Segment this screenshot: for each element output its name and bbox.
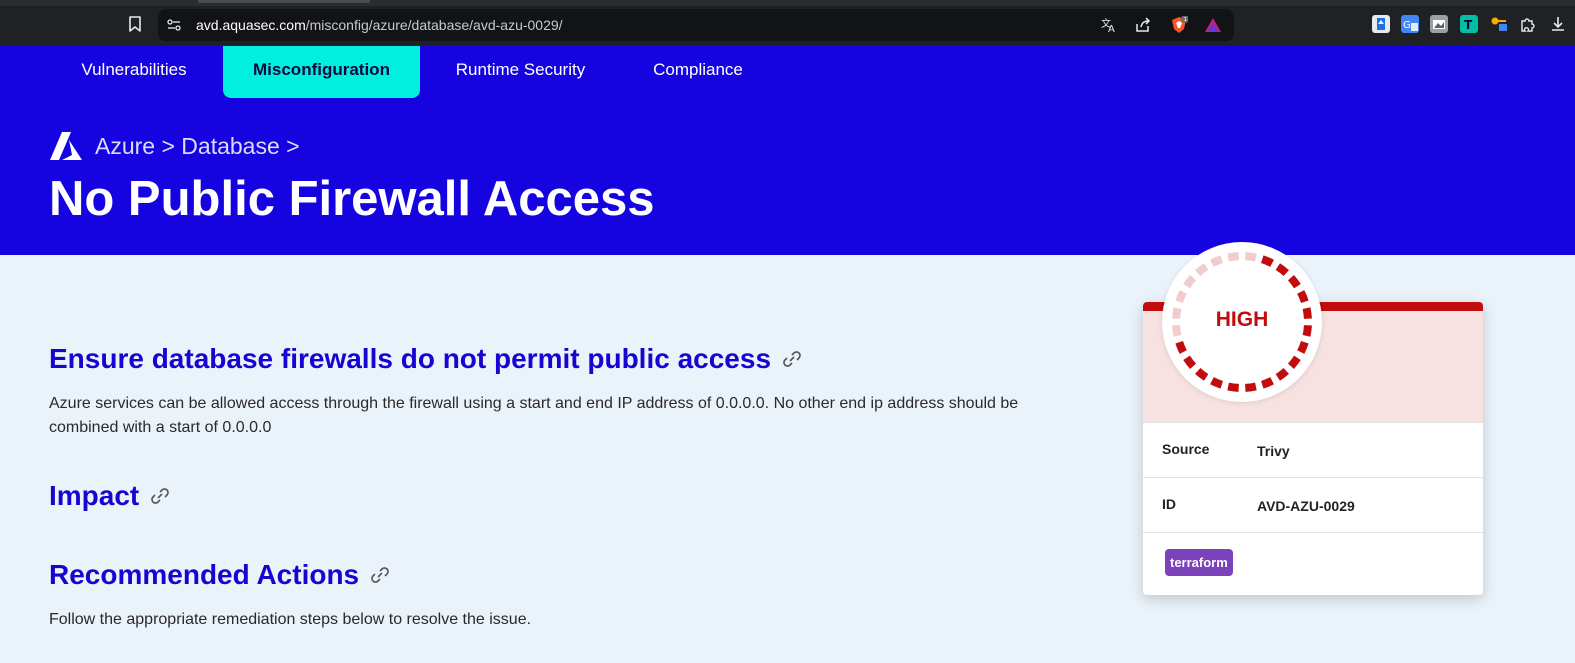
heading-recommended-text: Recommended Actions bbox=[49, 559, 360, 590]
source-row: Source Trivy bbox=[1143, 422, 1483, 477]
description-paragraph: Azure services can be allowed access thr… bbox=[49, 395, 1019, 436]
hero-banner: Vulnerabilities Misconfiguration Runtime… bbox=[0, 46, 1575, 255]
severity-ring-segment bbox=[1175, 340, 1187, 354]
severity-ring-segment bbox=[1210, 255, 1224, 267]
svg-text:A: A bbox=[1108, 24, 1115, 34]
severity-ring-segment bbox=[1245, 382, 1257, 392]
severity-label: HIGH bbox=[1215, 308, 1269, 331]
heading-recommended-actions: Recommended Actions bbox=[49, 559, 391, 591]
severity-ring-segment bbox=[1275, 367, 1289, 381]
severity-ring-segment bbox=[1275, 263, 1289, 277]
translate-icon[interactable]: 文 A bbox=[1100, 16, 1118, 34]
azure-logo-icon bbox=[50, 132, 82, 160]
text-ext-icon[interactable]: T bbox=[1460, 15, 1478, 33]
browser-toolbar: avd.aquasec.com/misconfig/azure/database… bbox=[0, 0, 1575, 46]
terraform-tag[interactable]: terraform bbox=[1165, 549, 1233, 576]
severity-badge: HIGH bbox=[1162, 242, 1322, 402]
anchor-link-icon[interactable] bbox=[149, 485, 171, 507]
site-info-icon[interactable] bbox=[166, 17, 182, 33]
page-title: No Public Firewall Access bbox=[49, 172, 655, 226]
anchor-link-icon[interactable] bbox=[369, 564, 391, 586]
heading-impact-text: Impact bbox=[49, 480, 140, 511]
severity-ring-segment bbox=[1183, 355, 1197, 369]
severity-ring-segment bbox=[1297, 340, 1309, 354]
id-row: ID AVD-AZU-0029 bbox=[1143, 477, 1483, 532]
severity-ring-segment bbox=[1183, 275, 1197, 289]
url-path: /misconfig/azure/database/avd-azu-0029/ bbox=[305, 17, 563, 33]
key-ext-icon[interactable] bbox=[1490, 15, 1508, 33]
extension-1-icon[interactable] bbox=[1372, 15, 1390, 33]
download-icon[interactable] bbox=[1549, 15, 1567, 33]
address-bar[interactable]: avd.aquasec.com/misconfig/azure/database… bbox=[158, 9, 1234, 41]
source-label: Source bbox=[1162, 441, 1210, 457]
severity-ring-segment bbox=[1195, 367, 1209, 381]
source-value: Trivy bbox=[1257, 443, 1290, 459]
breadcrumb-text[interactable]: Azure > Database > bbox=[95, 133, 300, 160]
nav-runtime-security[interactable]: Runtime Security bbox=[440, 46, 601, 98]
recommended-paragraph: Follow the appropriate remediation steps… bbox=[49, 611, 532, 628]
severity-ring-segment bbox=[1297, 290, 1309, 304]
severity-ring-segment bbox=[1245, 252, 1257, 262]
id-value: AVD-AZU-0029 bbox=[1257, 498, 1355, 514]
svg-text:T: T bbox=[1464, 18, 1473, 32]
share-icon[interactable] bbox=[1134, 16, 1152, 34]
severity-ring-segment bbox=[1287, 355, 1301, 369]
id-label: ID bbox=[1162, 496, 1176, 512]
severity-ring-segment bbox=[1210, 377, 1224, 389]
puzzle-icon[interactable] bbox=[1519, 15, 1537, 33]
nav-misconfiguration[interactable]: Misconfiguration bbox=[223, 46, 420, 98]
shields-count: 1 bbox=[1184, 17, 1188, 23]
brave-rewards-icon[interactable] bbox=[1204, 16, 1222, 34]
severity-ring-segment bbox=[1260, 255, 1274, 267]
url-host: avd.aquasec.com bbox=[196, 17, 306, 33]
brave-shields-icon[interactable]: 1 bbox=[1170, 16, 1188, 34]
severity-ring-segment bbox=[1175, 290, 1187, 304]
severity-ring-segment bbox=[1227, 382, 1239, 392]
severity-ring-segment bbox=[1195, 263, 1209, 277]
bookmark-icon[interactable] bbox=[126, 15, 144, 33]
nav-compliance[interactable]: Compliance bbox=[636, 46, 760, 98]
heading-impact: Impact bbox=[49, 480, 171, 512]
heading-description: Ensure database firewalls do not permit … bbox=[49, 343, 803, 375]
screenshot-ext-icon[interactable] bbox=[1430, 15, 1448, 33]
svg-text:G: G bbox=[1403, 20, 1411, 31]
anchor-link-icon[interactable] bbox=[781, 348, 803, 370]
severity-ring-segment bbox=[1260, 377, 1274, 389]
active-tab-indicator[interactable] bbox=[198, 0, 370, 3]
google-translate-ext-icon[interactable]: G bbox=[1401, 15, 1419, 33]
heading-description-text: Ensure database firewalls do not permit … bbox=[49, 343, 772, 374]
severity-ring-segment bbox=[1227, 252, 1239, 262]
url-text[interactable]: avd.aquasec.com/misconfig/azure/database… bbox=[196, 17, 563, 33]
nav-vulnerabilities[interactable]: Vulnerabilities bbox=[62, 46, 206, 98]
breadcrumb: Azure > Database > bbox=[49, 130, 300, 162]
severity-ring-segment bbox=[1287, 275, 1301, 289]
tags-row: terraform bbox=[1143, 532, 1483, 587]
